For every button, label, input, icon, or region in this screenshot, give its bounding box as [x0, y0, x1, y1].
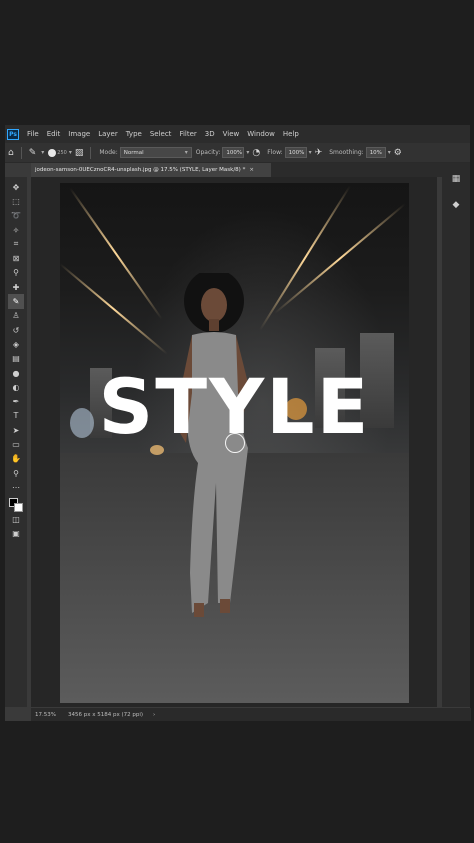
ceiling-light — [274, 203, 406, 315]
lasso-tool-icon[interactable]: ➰ — [8, 209, 24, 223]
blur-tool-icon[interactable]: ● — [8, 366, 24, 380]
ceiling-light — [69, 187, 163, 320]
background-color-swatch[interactable] — [14, 502, 23, 512]
eyedropper-tool-icon[interactable]: ⚲ — [8, 266, 24, 280]
quick-mask-icon[interactable]: ◫ — [8, 513, 24, 527]
menu-filter[interactable]: Filter — [175, 130, 200, 138]
pen-tool-icon[interactable]: ✒ — [8, 394, 24, 408]
chevron-right-icon[interactable]: › — [149, 712, 159, 718]
path-selection-tool-icon[interactable]: ➤ — [8, 423, 24, 437]
menu-window[interactable]: Window — [243, 130, 279, 138]
hand-tool-icon[interactable]: ✋ — [8, 452, 24, 466]
dodge-tool-icon[interactable]: ◐ — [8, 380, 24, 394]
chevron-down-icon[interactable]: ▾ — [69, 149, 72, 156]
brush-preview[interactable] — [48, 148, 57, 157]
model-figure — [180, 273, 248, 617]
brush-size: 250 — [57, 149, 67, 156]
marquee-tool-icon[interactable]: ⬚ — [8, 194, 24, 208]
mode-label: Mode: — [99, 149, 118, 156]
mode-value: Normal — [123, 149, 144, 156]
document-tab-bar: jodeon-samson-0UECznoCR4-unsplash.jpg @ … — [31, 163, 446, 177]
smoothing-label: Smoothing: — [329, 149, 364, 156]
menu-view[interactable]: View — [219, 130, 244, 138]
zoom-level[interactable]: 17.53% — [31, 712, 62, 718]
flow-label: Flow: — [267, 149, 283, 156]
flow-value: 100% — [288, 149, 305, 156]
zoom-tool-icon[interactable]: ⚲ — [8, 466, 24, 480]
menu-layer[interactable]: Layer — [94, 130, 122, 138]
document-size: 3456 px x 5184 px (72 ppi) — [67, 711, 144, 718]
smoothing-value: 10% — [369, 149, 382, 156]
panel-dock: ▦ ◆ — [442, 163, 470, 707]
brush-tool-preset-icon[interactable]: ✎ — [29, 148, 37, 158]
document-tab[interactable]: jodeon-samson-0UECznoCR4-unsplash.jpg @ … — [31, 163, 271, 177]
opacity-input[interactable]: 100% — [222, 147, 245, 158]
brush-cursor — [225, 433, 245, 453]
photoshop-logo: Ps — [7, 128, 19, 140]
mode-select[interactable]: Normal ▾ — [119, 147, 192, 158]
menu-3d[interactable]: 3D — [201, 130, 219, 138]
properties-panel-icon[interactable]: ▦ — [442, 169, 470, 189]
menu-edit[interactable]: Edit — [43, 130, 65, 138]
healing-brush-tool-icon[interactable]: ✚ — [8, 280, 24, 294]
options-bar: ⌂ ✎ ▾ 250 ▾ ▨ Mode: Normal ▾ Opacity: 10… — [5, 143, 470, 163]
gradient-tool-icon[interactable]: ▤ — [8, 352, 24, 366]
airbrush-icon[interactable]: ✈ — [315, 148, 323, 158]
document-image[interactable]: STYLE — [60, 183, 409, 703]
menu-help[interactable]: Help — [279, 130, 303, 138]
chevron-down-icon[interactable]: ▾ — [388, 149, 391, 156]
more-tools-icon[interactable]: ⋯ — [8, 480, 24, 494]
crop-tool-icon[interactable]: ⌗ — [8, 237, 24, 251]
chevron-down-icon[interactable]: ▾ — [246, 149, 249, 156]
layers-panel-icon[interactable]: ◆ — [442, 195, 470, 215]
chevron-down-icon[interactable]: ▾ — [309, 149, 312, 156]
divider — [90, 146, 92, 159]
shape-tool-icon[interactable]: ▭ — [8, 437, 24, 451]
menu-file[interactable]: File — [23, 130, 43, 138]
move-tool-icon[interactable]: ✥ — [8, 180, 24, 194]
brush-tool-icon[interactable]: ✎ — [8, 294, 24, 309]
menu-select[interactable]: Select — [146, 130, 176, 138]
pressure-opacity-icon[interactable]: ◔ — [252, 148, 260, 158]
flow-input[interactable]: 100% — [284, 147, 307, 158]
menu-bar: Ps File Edit Image Layer Type Select Fil… — [5, 125, 470, 143]
chevron-down-icon: ▾ — [184, 149, 188, 156]
magic-wand-tool-icon[interactable]: ✧ — [8, 223, 24, 237]
chevron-down-icon[interactable]: ▾ — [41, 149, 44, 156]
opacity-value: 100% — [226, 149, 243, 156]
photoshop-window: Ps File Edit Image Layer Type Select Fil… — [5, 125, 471, 721]
opacity-label: Opacity: — [195, 149, 221, 156]
color-swatches[interactable] — [8, 497, 24, 513]
close-icon[interactable]: × — [249, 167, 254, 173]
tools-panel: ✥ ⬚ ➰ ✧ ⌗ ⊠ ⚲ ✚ ✎ ♙ ↺ ◈ ▤ ● ◐ ✒ T ➤ ▭ ✋ … — [5, 177, 27, 707]
divider — [20, 146, 22, 159]
document-tab-title: jodeon-samson-0UECznoCR4-unsplash.jpg @ … — [35, 167, 246, 173]
history-brush-tool-icon[interactable]: ↺ — [8, 323, 24, 337]
status-bar: 17.53% 3456 px x 5184 px (72 ppi) › — [31, 708, 471, 721]
smoothing-input[interactable]: 10% — [365, 147, 386, 158]
screen-mode-icon[interactable]: ▣ — [8, 527, 24, 541]
eraser-tool-icon[interactable]: ◈ — [8, 337, 24, 351]
canvas-area[interactable]: STYLE — [31, 177, 437, 707]
menu-image[interactable]: Image — [64, 130, 94, 138]
clone-stamp-tool-icon[interactable]: ♙ — [8, 309, 24, 323]
brush-settings-icon[interactable]: ▨ — [75, 148, 84, 158]
home-icon[interactable]: ⌂ — [8, 148, 14, 158]
menu-type[interactable]: Type — [122, 130, 146, 138]
frame-tool-icon[interactable]: ⊠ — [8, 251, 24, 265]
type-tool-icon[interactable]: T — [8, 409, 24, 423]
gear-icon[interactable]: ⚙ — [394, 148, 402, 158]
